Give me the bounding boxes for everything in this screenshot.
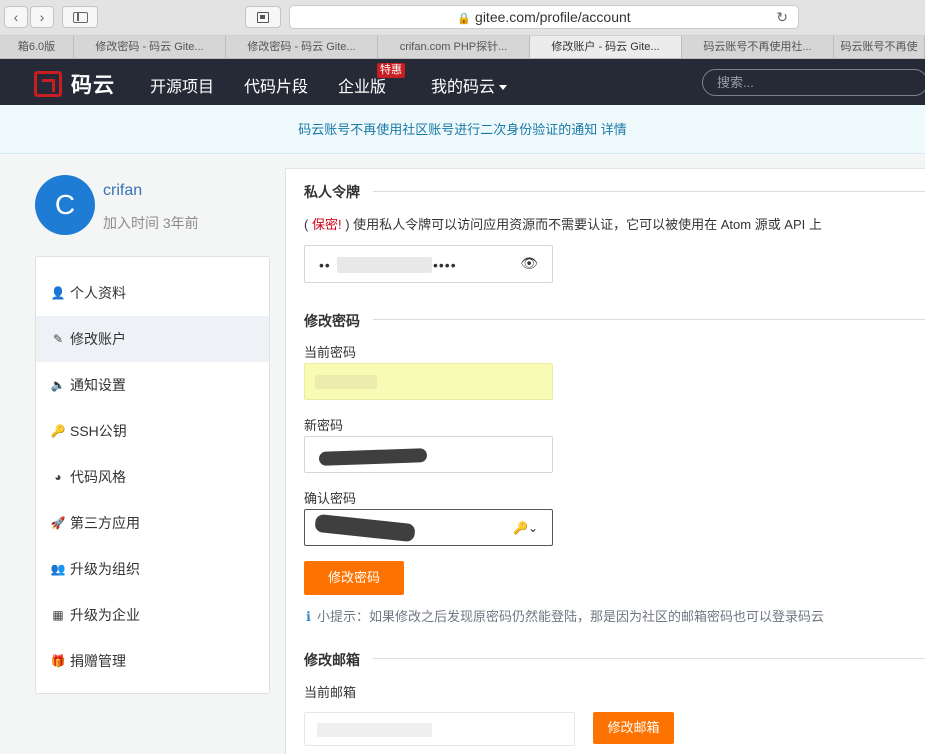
browser-tab[interactable]: 箱6.0版 xyxy=(0,36,74,58)
menu-item-third-party-apps[interactable]: 🚀 第三方应用 xyxy=(36,500,269,546)
section-divider xyxy=(373,191,925,192)
redacted-password xyxy=(315,375,377,389)
redacted-token xyxy=(337,257,432,273)
token-field[interactable]: •• •••• 👁 xyxy=(304,245,553,283)
current-password-label: 当前密码 xyxy=(304,345,357,360)
username-link[interactable]: crifan xyxy=(103,182,142,200)
password-tip: ℹ 小提示：如果修改之后发现原密码仍然能登陆，那是因为社区的邮箱密码也可以登录码云 xyxy=(306,609,824,624)
eye-icon[interactable]: 👁 xyxy=(520,255,538,272)
new-password-field[interactable] xyxy=(304,436,553,473)
redacted-email xyxy=(317,723,432,737)
users-icon: 👥 xyxy=(50,562,66,576)
avatar[interactable]: C xyxy=(35,175,95,235)
reader-icon xyxy=(257,12,269,23)
dashboard-icon: ◕ xyxy=(54,470,62,484)
site-logo[interactable]: 码云 xyxy=(34,69,115,99)
rocket-icon: 🚀 xyxy=(50,516,66,530)
notice-banner[interactable]: 码云账号不再使用社区账号进行二次身份验证的通知 详情 xyxy=(0,105,925,154)
sidebar-toggle-button[interactable] xyxy=(62,6,98,28)
confirm-password-label: 确认密码 xyxy=(304,491,357,506)
email-section-title: 修改邮箱 xyxy=(304,652,360,668)
browser-tab[interactable]: 码云账号不再使 xyxy=(834,36,925,58)
browser-toolbar: ‹ › 🔒 gitee.com/profile/account ↻ xyxy=(0,0,925,36)
confirm-password-field[interactable]: 🔑⌄ xyxy=(304,509,553,546)
token-section-title: 私人令牌 xyxy=(304,184,360,200)
browser-tab[interactable]: 修改密码 - 码云 Gite... xyxy=(226,36,378,58)
building-icon: ▦ xyxy=(52,608,64,622)
menu-item-notifications[interactable]: 🔈 通知设置 xyxy=(36,362,269,408)
url-text: gitee.com/profile/account xyxy=(475,9,631,25)
forward-button[interactable]: › xyxy=(30,6,54,28)
promo-badge: 特惠 xyxy=(377,63,405,78)
new-password-label: 新密码 xyxy=(304,418,344,433)
current-password-field[interactable] xyxy=(304,363,553,400)
back-button[interactable]: ‹ xyxy=(4,6,28,28)
menu-item-account[interactable]: ✎ 修改账户 xyxy=(36,316,269,362)
current-email-label: 当前邮箱 xyxy=(304,685,357,700)
nav-open-source[interactable]: 开源项目 xyxy=(150,73,214,97)
menu-item-code-style[interactable]: ◕ 代码风格 xyxy=(36,454,269,500)
tab-strip: 箱6.0版 修改密码 - 码云 Gite... 修改密码 - 码云 Gite..… xyxy=(0,36,925,59)
menu-item-upgrade-org[interactable]: 👥 升级为组织 xyxy=(36,546,269,592)
menu-item-upgrade-enterprise[interactable]: ▦ 升级为企业 xyxy=(36,592,269,638)
lock-icon: 🔒 xyxy=(457,13,472,25)
pencil-icon: ✎ xyxy=(52,332,64,346)
menu-item-donations[interactable]: 🎁 捐赠管理 xyxy=(36,638,269,684)
redacted-password xyxy=(318,448,428,466)
sidebar-icon xyxy=(73,12,88,23)
menu-item-profile[interactable]: 👤 个人资料 xyxy=(36,270,269,316)
browser-tab[interactable]: 修改密码 - 码云 Gite... xyxy=(74,36,226,58)
change-email-button[interactable]: 修改邮箱 xyxy=(593,712,674,744)
join-time: 加入时间 3年前 xyxy=(103,215,199,231)
browser-tab-active[interactable]: 修改账户 - 码云 Gite... xyxy=(530,36,682,58)
nav-code-snippets[interactable]: 代码片段 xyxy=(244,73,308,97)
chevron-left-icon: ‹ xyxy=(13,9,19,25)
volume-icon: 🔈 xyxy=(50,378,66,392)
redacted-password xyxy=(314,513,416,543)
info-icon: ℹ xyxy=(306,609,311,624)
token-description: ( 保密! ) 使用私人令牌可以访问应用资源而不需要认证，它可以被使用在 Ato… xyxy=(304,217,822,232)
chevron-down-icon xyxy=(499,85,508,91)
site-header: 码云 开源项目 代码片段 企业版 特惠 我的码云 xyxy=(0,59,925,105)
section-divider xyxy=(373,658,925,659)
address-bar[interactable]: 🔒 gitee.com/profile/account ↻ xyxy=(289,5,799,29)
password-autofill-icon[interactable]: 🔑⌄ xyxy=(513,521,538,535)
search-input[interactable] xyxy=(702,69,925,96)
user-icon: 👤 xyxy=(50,286,66,300)
password-section-title: 修改密码 xyxy=(304,313,360,329)
gift-icon: 🎁 xyxy=(50,654,66,668)
browser-tab[interactable]: crifan.com PHP探针... xyxy=(378,36,530,58)
reload-icon[interactable]: ↻ xyxy=(776,6,788,28)
browser-tab[interactable]: 码云账号不再使用社... xyxy=(682,36,834,58)
nav-my-gitee[interactable]: 我的码云 xyxy=(431,73,508,97)
settings-menu: 👤 个人资料 ✎ 修改账户 🔈 通知设置 🔑 SSH公钥 ◕ 代码风格 🚀 第三方应用 👥 升… xyxy=(35,256,270,694)
menu-item-ssh-keys[interactable]: 🔑 SSH公钥 xyxy=(36,408,269,454)
key-icon: 🔑 xyxy=(50,424,66,438)
gitee-logo-icon xyxy=(34,71,62,97)
current-email-field[interactable] xyxy=(304,712,575,746)
change-password-button[interactable]: 修改密码 xyxy=(304,561,404,595)
section-divider xyxy=(373,319,925,320)
chevron-right-icon: › xyxy=(39,9,45,25)
reader-button[interactable] xyxy=(245,6,281,28)
